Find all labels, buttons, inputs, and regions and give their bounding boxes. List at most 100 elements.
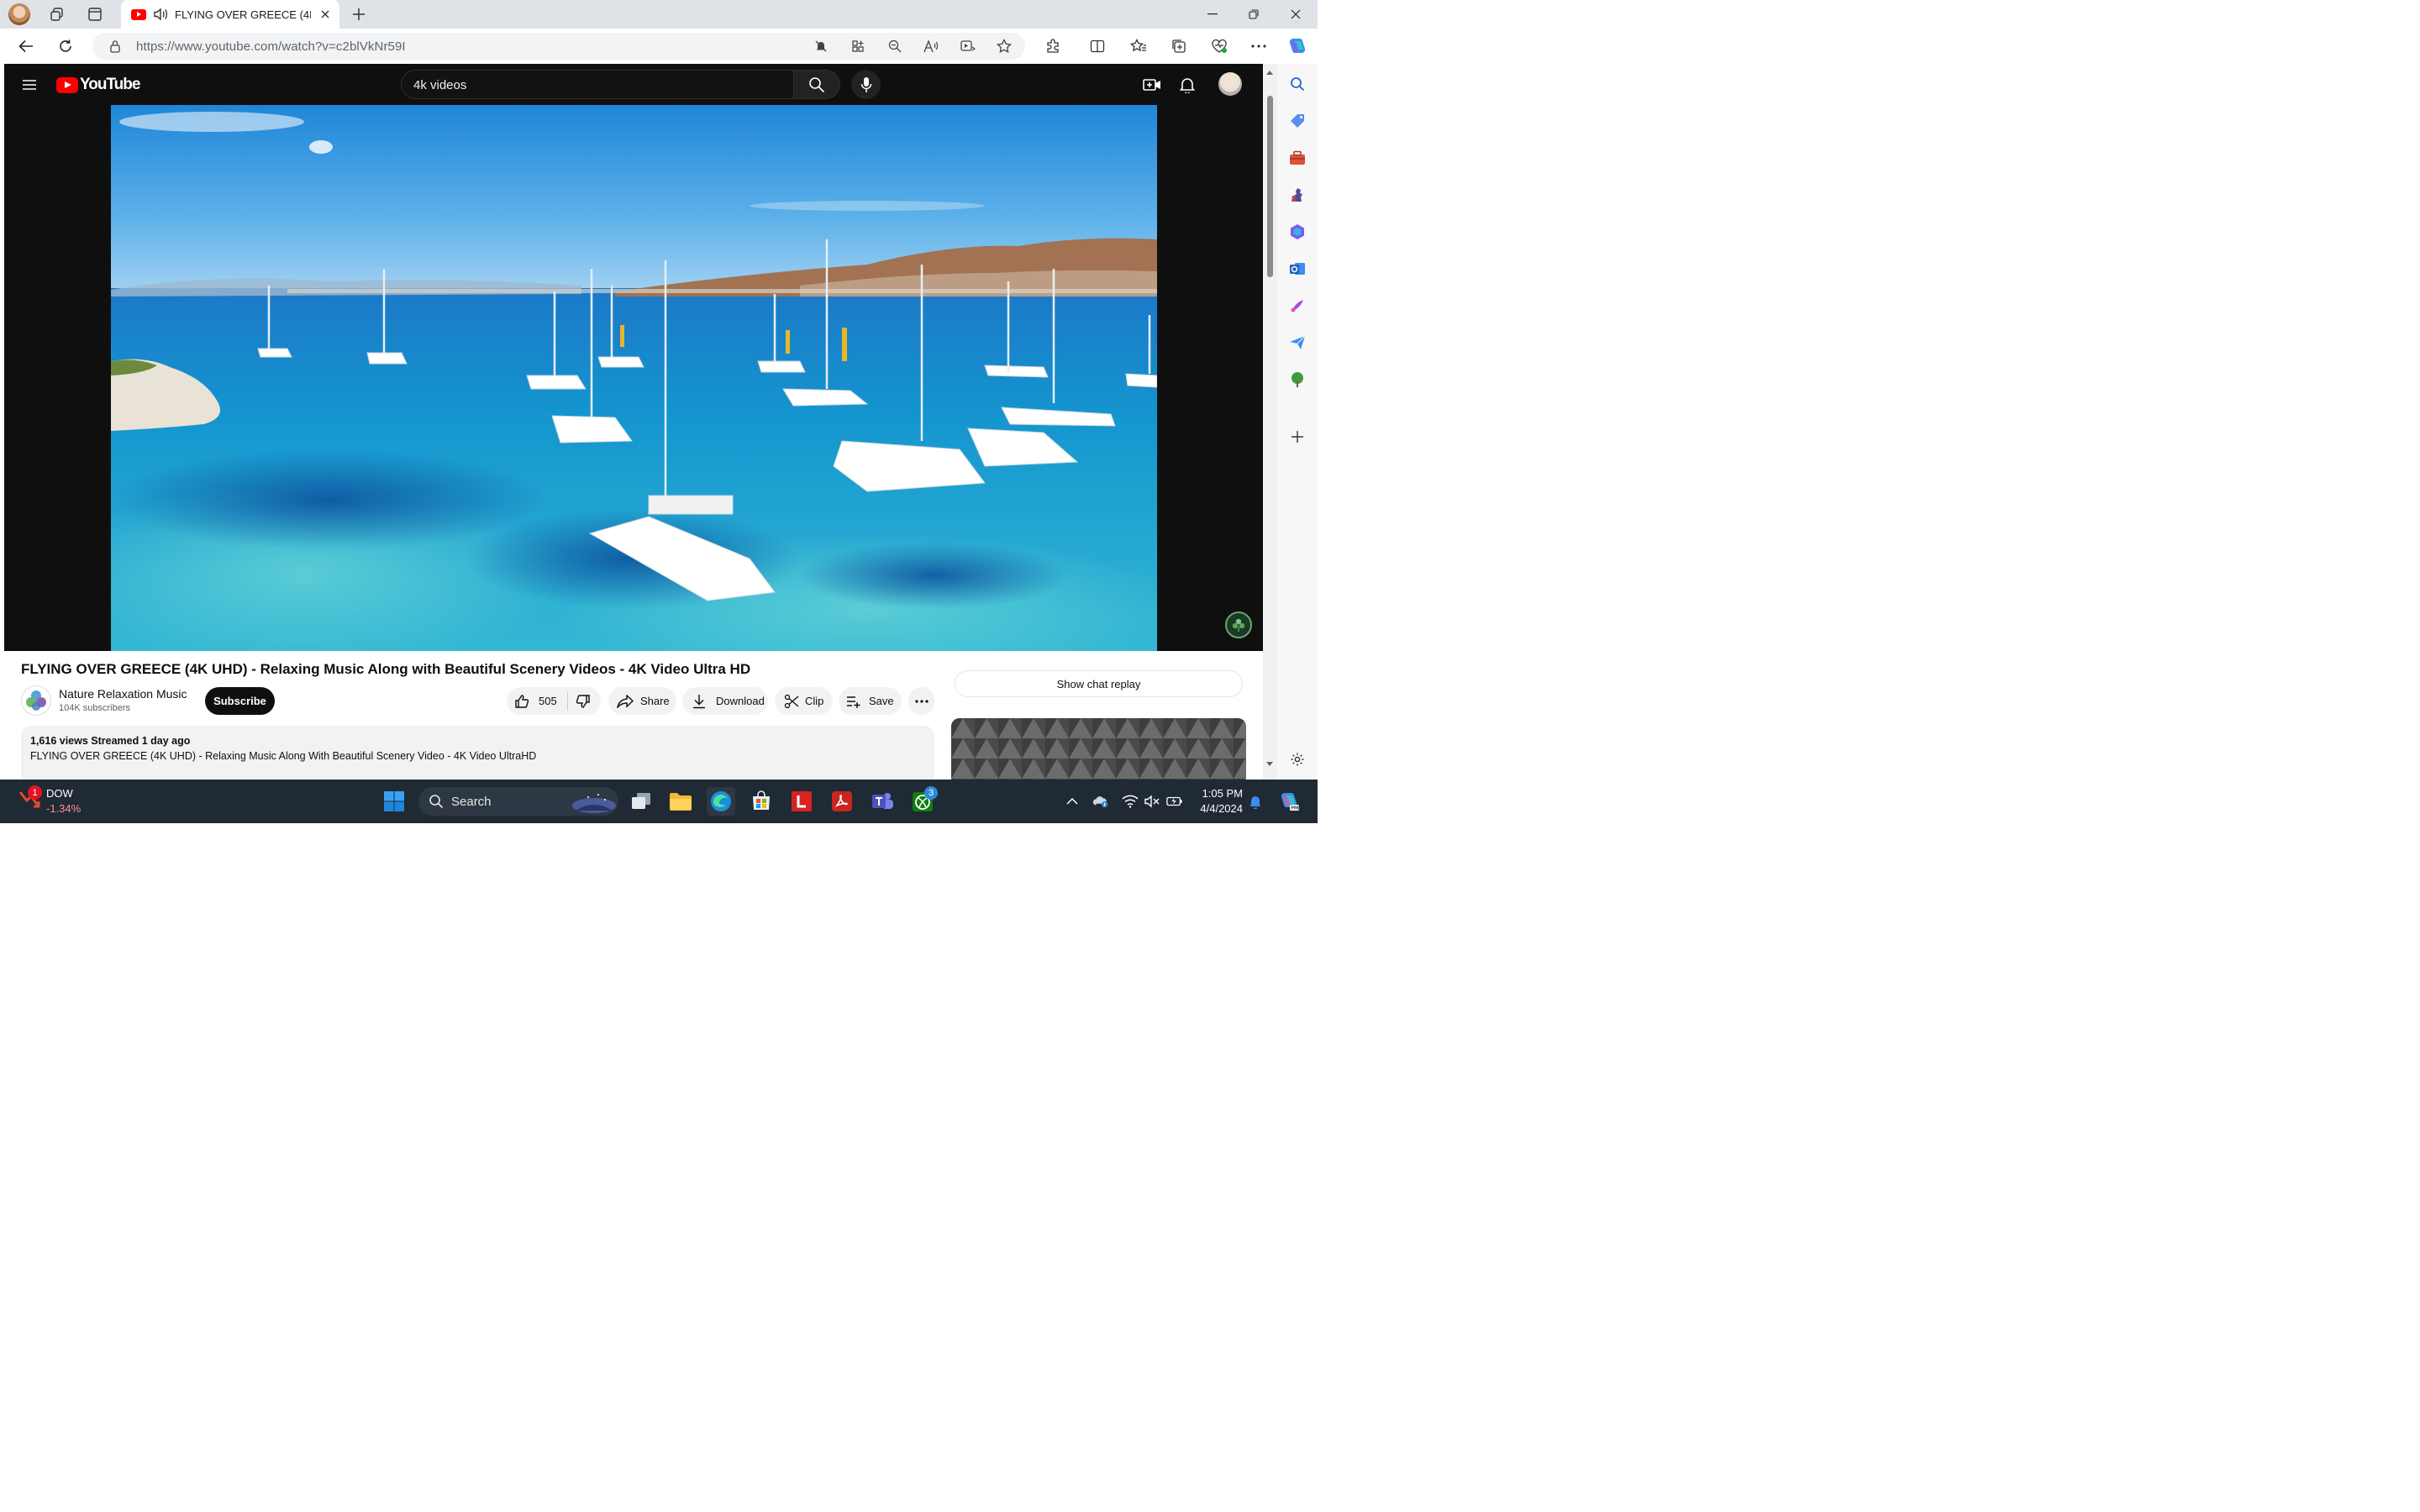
- workspaces-icon[interactable]: [45, 3, 69, 25]
- outlook-icon[interactable]: [1287, 259, 1307, 279]
- show-chat-replay-button[interactable]: Show chat replay: [955, 670, 1243, 697]
- tab-title: FLYING OVER GREECE (4K UHD) - Relaxing M…: [175, 8, 311, 21]
- voice-search-mic-icon[interactable]: [851, 70, 881, 99]
- back-arrow-icon[interactable]: [13, 34, 39, 58]
- restore-icon[interactable]: [1234, 0, 1273, 29]
- save-playlist-add-icon: [845, 693, 862, 710]
- task-view-icon[interactable]: [627, 787, 655, 816]
- games-chess-icon[interactable]: [1287, 185, 1307, 205]
- favorite-star-icon[interactable]: [993, 36, 1015, 56]
- scissors-clip-icon: [783, 693, 800, 710]
- hamburger-menu-icon[interactable]: [19, 75, 39, 95]
- file-explorer-icon[interactable]: [666, 787, 695, 816]
- taskbar-search-box[interactable]: Search: [418, 787, 618, 816]
- stock-change[interactable]: -1.34%: [46, 802, 81, 815]
- like-thumbs-up-icon[interactable]: [513, 693, 530, 710]
- clock-date[interactable]: 4/4/2024: [1187, 802, 1243, 815]
- split-screen-icon[interactable]: [1085, 34, 1110, 58]
- recommended-video-thumbnail[interactable]: [951, 718, 1246, 780]
- download-button[interactable]: Download: [682, 687, 768, 715]
- speaker-icon[interactable]: [153, 8, 168, 21]
- youtube-logo[interactable]: YouTube: [56, 76, 140, 94]
- channel-watermark-clover-icon[interactable]: [1225, 612, 1252, 638]
- save-button[interactable]: Save: [839, 687, 902, 715]
- taskbar-search-icon: [429, 795, 444, 809]
- copilot-hexagon-icon[interactable]: [1287, 222, 1307, 242]
- vertical-tabs-icon[interactable]: [83, 3, 107, 25]
- save-label: Save: [869, 695, 894, 707]
- description-box[interactable]: 1,616 views Streamed 1 day ago FLYING OV…: [21, 726, 934, 780]
- close-window-icon[interactable]: [1276, 0, 1315, 29]
- scroll-up-icon: [1266, 71, 1273, 75]
- address-bar[interactable]: https://www.youtube.com/watch?v=c2blVkNr…: [92, 33, 1025, 60]
- clip-button[interactable]: Clip: [775, 687, 833, 715]
- windows-taskbar: 1 DOW -1.34% Search 3 1:05 PM 4/4/2024 P…: [0, 780, 1318, 823]
- sidebar-settings-gear-icon[interactable]: [1287, 749, 1307, 769]
- youtube-search-input[interactable]: 4k videos: [401, 70, 794, 99]
- like-divider: [566, 691, 568, 711]
- notifications-bell-icon[interactable]: [1176, 74, 1198, 96]
- share-button[interactable]: Share: [608, 687, 676, 715]
- collections-icon[interactable]: [1166, 34, 1192, 58]
- channel-avatar[interactable]: [21, 685, 51, 716]
- zoom-out-icon[interactable]: [884, 36, 906, 56]
- browser-essentials-icon[interactable]: [1207, 34, 1232, 58]
- clock-time[interactable]: 1:05 PM: [1194, 787, 1243, 800]
- battery-charging-icon[interactable]: [1166, 793, 1183, 810]
- scrollbar-thumb[interactable]: [1267, 96, 1273, 277]
- more-actions-button[interactable]: [908, 687, 934, 715]
- microsoft-store-icon[interactable]: [747, 787, 776, 816]
- notifications-blocked-icon[interactable]: [810, 36, 832, 56]
- scroll-down-icon: [1266, 762, 1273, 766]
- pdf-reader-icon[interactable]: [828, 787, 856, 816]
- refresh-icon[interactable]: [53, 34, 78, 58]
- read-aloud-icon[interactable]: [920, 36, 942, 56]
- download-icon: [691, 693, 708, 710]
- thumbnail-pattern-image: [951, 718, 1246, 780]
- tools-briefcase-icon[interactable]: [1287, 148, 1307, 168]
- designer-icon[interactable]: [1287, 296, 1307, 316]
- subscribe-button[interactable]: Subscribe: [205, 687, 275, 715]
- wifi-icon[interactable]: [1122, 793, 1139, 810]
- edge-browser-taskbar-icon[interactable]: [707, 787, 735, 816]
- favorites-icon[interactable]: [1126, 34, 1151, 58]
- tab-close-icon[interactable]: [318, 7, 333, 22]
- add-sidebar-app-plus-icon[interactable]: [1287, 427, 1307, 447]
- video-player[interactable]: [4, 105, 1263, 651]
- windows-start-icon[interactable]: [380, 787, 408, 816]
- dislike-thumbs-down-icon[interactable]: [575, 693, 592, 710]
- search-icon: [809, 76, 825, 92]
- browser-tab-strip: FLYING OVER GREECE (4K UHD) - Relaxing M…: [0, 0, 1318, 29]
- site-info-lock-icon[interactable]: [104, 36, 126, 56]
- create-video-icon[interactable]: [1141, 74, 1163, 96]
- copilot-icon[interactable]: [1285, 34, 1310, 58]
- active-tab[interactable]: FLYING OVER GREECE (4K UHD) - Relaxing M…: [121, 0, 339, 29]
- browser-profile-avatar[interactable]: [8, 3, 30, 25]
- channel-name[interactable]: Nature Relaxation Music: [59, 687, 187, 701]
- video-enhance-icon[interactable]: [957, 36, 979, 56]
- stock-name[interactable]: DOW: [46, 787, 73, 800]
- extensions-icon[interactable]: [1040, 34, 1065, 58]
- volume-muted-icon[interactable]: [1144, 793, 1160, 810]
- sidebar-search-icon[interactable]: [1287, 74, 1307, 94]
- video-title: FLYING OVER GREECE (4K UHD) - Relaxing M…: [21, 661, 751, 677]
- minimize-icon[interactable]: [1193, 0, 1232, 29]
- tree-app-icon[interactable]: [1287, 370, 1307, 390]
- like-count[interactable]: 505: [539, 695, 557, 707]
- youtube-search-value: 4k videos: [413, 78, 467, 92]
- drop-send-icon[interactable]: [1287, 333, 1307, 353]
- onedrive-cloud-icon[interactable]: [1092, 793, 1109, 810]
- app-available-icon[interactable]: [847, 36, 869, 56]
- new-tab-plus-icon[interactable]: [348, 3, 370, 25]
- youtube-account-avatar[interactable]: [1218, 72, 1242, 96]
- youtube-search-button[interactable]: [793, 70, 840, 99]
- video-frame[interactable]: [111, 105, 1157, 651]
- copilot-taskbar-icon[interactable]: PRE: [1278, 790, 1300, 812]
- show-hidden-icons-chevron-icon[interactable]: [1064, 793, 1081, 810]
- l-app-icon[interactable]: [787, 787, 816, 816]
- notification-bell-icon[interactable]: [1247, 793, 1264, 810]
- shopping-tag-icon[interactable]: [1287, 111, 1307, 131]
- settings-more-icon[interactable]: [1246, 34, 1271, 58]
- teams-icon[interactable]: [868, 787, 897, 816]
- page-scrollbar[interactable]: [1263, 64, 1277, 780]
